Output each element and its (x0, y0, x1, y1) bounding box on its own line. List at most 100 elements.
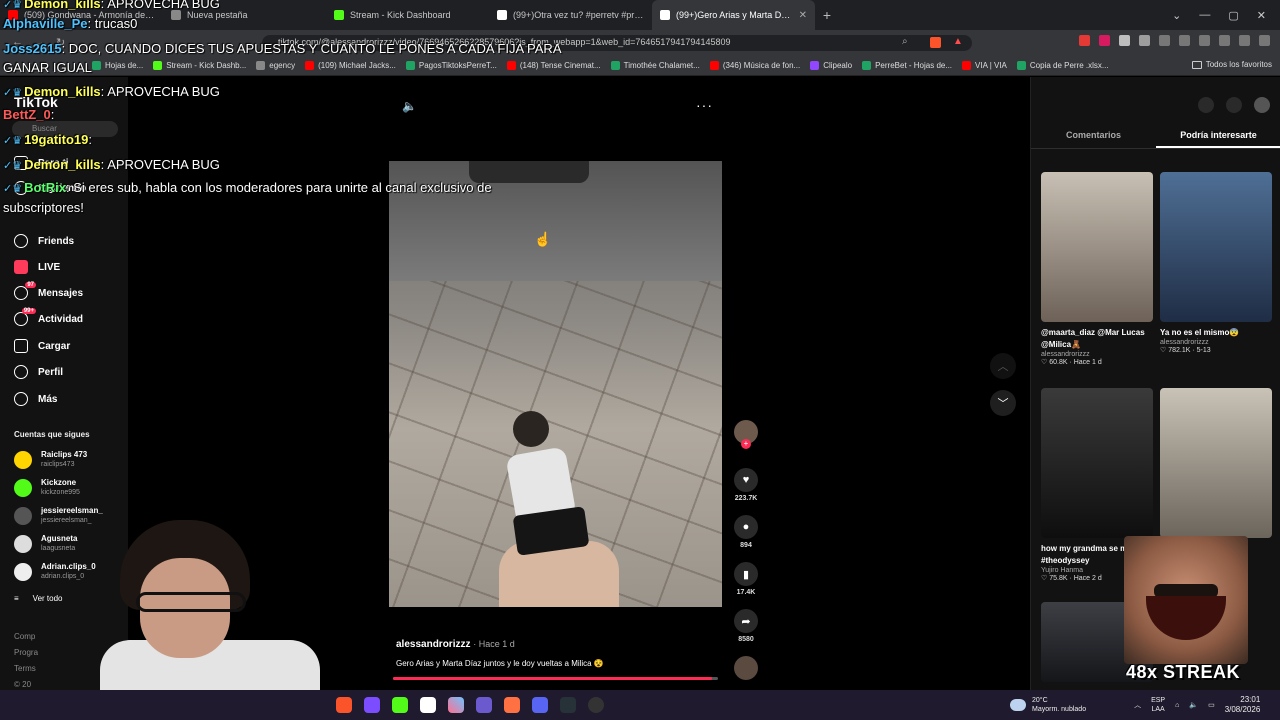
footer-link[interactable]: Progra (14, 648, 38, 657)
close-tab-icon[interactable]: ✕ (799, 10, 807, 21)
tab-podría-interesarte[interactable]: Podría interesarte (1156, 127, 1280, 148)
editor-icon[interactable] (476, 697, 492, 713)
footer-link[interactable]: Comp (14, 632, 35, 641)
sidebar-item-más[interactable]: Más (14, 392, 57, 406)
chevron-down-icon: ﹀ (990, 390, 1016, 416)
video-card[interactable]: @maarta_diaz @Mar Lucas @Milica🧸 alessand… (1041, 172, 1153, 366)
clock[interactable]: 23:01 3/08/2026 (1225, 695, 1261, 715)
sidebar-item-perfil[interactable]: Perfil (14, 365, 63, 379)
new-tab-button[interactable]: + (815, 7, 839, 23)
extension-icon[interactable] (1139, 35, 1150, 46)
lang-1: ESP (1151, 697, 1166, 704)
device-icon[interactable] (1226, 97, 1242, 113)
bookmark-item[interactable]: VIA | VIA (962, 61, 1007, 70)
tab-label: (99+)Gero Arias y Marta Díaz (676, 10, 793, 20)
maximize-icon[interactable]: ▢ (1228, 9, 1238, 22)
more-icon (14, 392, 28, 406)
zoom-icon[interactable]: ⌕ (902, 36, 908, 47)
menu-icon[interactable] (1259, 35, 1270, 46)
video-author[interactable]: alessandrorizzz · Hace 1 d (396, 639, 515, 650)
video-player[interactable] (389, 161, 722, 607)
account-name: Agusneta (41, 534, 78, 543)
obs-icon[interactable] (588, 697, 604, 713)
sidebar-item-live[interactable]: LIVE (14, 260, 60, 274)
apps-icon[interactable] (364, 697, 380, 713)
save-button[interactable]: ▮ 17.4K (734, 562, 758, 596)
network-icon[interactable]: ⌂ (1175, 702, 1179, 709)
followed-account[interactable]: Kickzone kickzone995 (14, 478, 80, 497)
video-card[interactable]: Ya no es el mismo😨 alessandrorizzz ♡ 782.1… (1160, 172, 1272, 354)
prev-video-button[interactable]: ︿ (990, 353, 1016, 379)
extension-icon[interactable] (1099, 35, 1110, 46)
sidebar-item-mensajes[interactable]: 97 Mensajes (14, 282, 83, 300)
see-all-link[interactable]: ≡ Ver todo (14, 594, 62, 603)
sidebar-item-actividad[interactable]: 99+ Actividad (14, 308, 83, 326)
see-all-label: Ver todo (32, 594, 63, 603)
close-icon[interactable]: ✕ (1257, 9, 1266, 22)
footer-link[interactable]: © 20 (14, 680, 31, 689)
weather-widget[interactable]: 20°C Mayorm. nublado (1010, 696, 1086, 714)
browser-tab[interactable]: (99+)Gero Arias y Marta Díaz ✕ (652, 0, 815, 30)
comment-button[interactable]: ● 894 (734, 515, 758, 549)
volume-tray-icon[interactable]: 🔈 (1189, 701, 1198, 709)
coins-icon[interactable] (1198, 97, 1214, 113)
account-handle: kickzone995 (41, 489, 80, 496)
like-button[interactable]: ♥ 223.7K (734, 468, 758, 502)
brave-icon[interactable] (336, 697, 352, 713)
video-card[interactable] (1160, 388, 1272, 538)
sidebar-item-friends[interactable]: Friends (14, 234, 74, 248)
vpn-icon[interactable] (1239, 35, 1250, 46)
terminal-icon[interactable] (560, 697, 576, 713)
chat-badges-icon: ✓♛ (3, 135, 23, 147)
bookmark-item[interactable]: (346) Música de fon... (709, 61, 800, 70)
puzzle-icon[interactable] (1159, 35, 1170, 46)
bookmark-item[interactable]: PerreBet - Hojas de... (862, 61, 952, 70)
chat-message: ✓♛ Demon_kills: APROVECHA BUG (3, 157, 220, 172)
brave-shield-icon[interactable] (930, 37, 941, 48)
sound-disc[interactable] (734, 656, 758, 680)
followed-account[interactable]: Agusneta laagusneta (14, 534, 77, 553)
profile-avatar[interactable] (1254, 97, 1270, 113)
extension-icon[interactable] (1079, 35, 1090, 46)
discord-icon[interactable] (532, 697, 548, 713)
sidebar-icon[interactable] (1179, 35, 1190, 46)
all-bookmarks[interactable]: Todos los favoritos (1191, 60, 1272, 69)
spark-icon[interactable] (504, 697, 520, 713)
leo-icon[interactable] (1219, 35, 1230, 46)
footer-link[interactable]: Terms (14, 664, 36, 673)
language-indicator[interactable]: ESP LAA (1151, 696, 1165, 714)
followed-account[interactable]: Raiclips 473 raiclips473 (14, 450, 87, 469)
minimize-icon[interactable]: — (1199, 9, 1210, 21)
bookmark-item[interactable]: Timothée Chalamet... (610, 61, 700, 70)
brave-rewards-icon[interactable]: ▲ (953, 36, 963, 47)
sidebar-item-label: Más (38, 393, 58, 405)
sidebar-item-cargar[interactable]: Cargar (14, 339, 70, 353)
followed-account[interactable]: jessiereelsman_ jessiereelsman_ (14, 506, 103, 525)
notification-badge: 99+ (21, 308, 36, 314)
bookmark-item[interactable]: Clipealo (810, 61, 852, 70)
more-options-icon[interactable]: ··· (696, 97, 713, 113)
streak-meme-image (1124, 536, 1248, 664)
kick-icon[interactable] (392, 697, 408, 713)
bookmark-label: Clipealo (823, 61, 853, 70)
video-thumbnail (1160, 388, 1272, 538)
battery-icon[interactable]: ▭ (1208, 701, 1215, 709)
author-avatar[interactable]: + (734, 420, 758, 449)
extension-icon[interactable] (1119, 35, 1130, 46)
photos-icon[interactable] (448, 697, 464, 713)
chevron-up-icon[interactable]: ︿ (1134, 700, 1141, 710)
video-card-stats: ♡ 60.8K · Hace 1 d (1041, 359, 1102, 366)
tab-comentarios[interactable]: Comentarios (1031, 127, 1156, 148)
capcut-icon[interactable] (420, 697, 436, 713)
bookmark-favicon-icon (962, 61, 972, 70)
next-video-button[interactable]: ﹀ (990, 390, 1016, 416)
video-progress-bar[interactable] (393, 677, 718, 680)
share-button[interactable]: ➦ 8580 (734, 609, 758, 643)
wallet-icon[interactable] (1199, 35, 1210, 46)
followed-account[interactable]: Adrian.clips_0 adrian.clips_0 (14, 562, 96, 581)
bookmark-item[interactable]: Copia de Perre .xlsx... (1016, 61, 1109, 70)
tab-search-icon[interactable]: ⌄ (1172, 9, 1181, 22)
upload-icon (14, 339, 28, 353)
follow-plus-icon[interactable]: + (741, 439, 751, 449)
chat-colon: : (61, 41, 69, 56)
